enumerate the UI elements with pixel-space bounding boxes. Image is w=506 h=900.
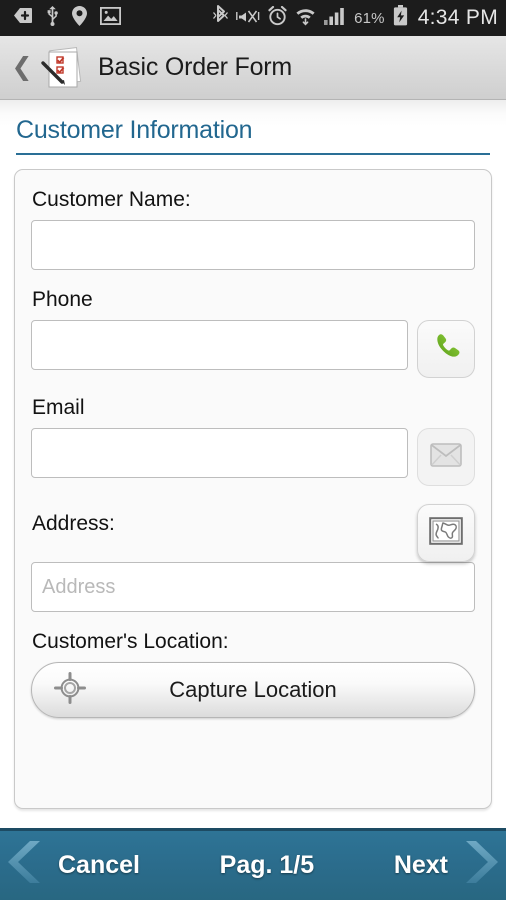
next-label: Next [393, 851, 448, 879]
gallery-image-icon [99, 6, 122, 30]
usb-icon [46, 5, 59, 31]
wifi-download-icon [295, 6, 316, 31]
cellular-signal-icon [324, 7, 346, 30]
status-bar-left-icons [14, 5, 122, 31]
field-phone: Phone [31, 288, 475, 378]
address-label: Address: [32, 512, 115, 535]
phone-call-button[interactable] [417, 320, 475, 378]
next-button[interactable]: Next [394, 838, 500, 893]
cancel-button[interactable]: Cancel [6, 838, 140, 893]
phone-input[interactable] [31, 320, 408, 370]
email-send-button[interactable] [417, 428, 475, 486]
customer-information-card: Customer Name: Phone Email Address: Addr… [14, 169, 492, 809]
customer-name-label: Customer Name: [32, 188, 191, 211]
capture-location-button[interactable]: Capture Location [31, 662, 475, 718]
battery-percent-label: 61% [354, 9, 385, 27]
volume-vibrate-muted-icon [236, 7, 260, 30]
customer-name-input[interactable] [31, 220, 475, 270]
status-bar-right-icons: 61% 4:34 PM [213, 5, 498, 31]
battery-charging-icon [393, 5, 408, 31]
title-bar: ❮ Basic Order Form [0, 36, 506, 100]
section-title: Customer Information [16, 116, 253, 144]
alarm-clock-icon [268, 5, 287, 31]
capture-location-label: Capture Location [169, 677, 337, 702]
footer-navigation-bar: Cancel Pag. 1/5 Next [0, 828, 506, 900]
email-envelope-icon [430, 442, 462, 472]
bluetooth-icon [213, 5, 229, 31]
phone-call-icon [429, 330, 463, 369]
app-root: 61% 4:34 PM ❮ Basic Order Form Customer … [0, 0, 506, 900]
email-label: Email [32, 396, 85, 419]
location-pin-icon [72, 5, 87, 31]
field-customer-location: Customer's Location: Capture Location [31, 630, 475, 718]
address-map-button[interactable] [417, 504, 475, 562]
customer-location-label: Customer's Location: [32, 630, 229, 653]
page-indicator: Pag. 1/5 [219, 851, 315, 879]
email-row [31, 428, 475, 486]
section-header: Customer Information [16, 116, 490, 155]
cancel-label: Cancel [58, 851, 140, 879]
field-email: Email [31, 396, 475, 486]
phone-label: Phone [32, 288, 93, 311]
content-area: Customer Information Customer Name: Phon… [0, 100, 506, 828]
phone-row [31, 320, 475, 378]
chevron-right-icon [454, 838, 500, 893]
address-header-row: Address: [31, 504, 475, 562]
field-customer-name: Customer Name: [31, 188, 475, 270]
back-chevron-icon[interactable]: ❮ [10, 55, 34, 80]
chevron-left-icon [6, 838, 52, 893]
world-map-icon [429, 516, 463, 550]
section-divider [16, 153, 490, 155]
status-bar-clock: 4:34 PM [417, 6, 498, 29]
address-input[interactable]: Address [31, 562, 475, 612]
status-bar: 61% 4:34 PM [0, 0, 506, 36]
field-address: Address: Address [31, 504, 475, 612]
page-title: Basic Order Form [98, 53, 293, 81]
order-form-document-icon [36, 41, 92, 95]
download-tag-icon [14, 7, 33, 29]
email-input[interactable] [31, 428, 408, 478]
